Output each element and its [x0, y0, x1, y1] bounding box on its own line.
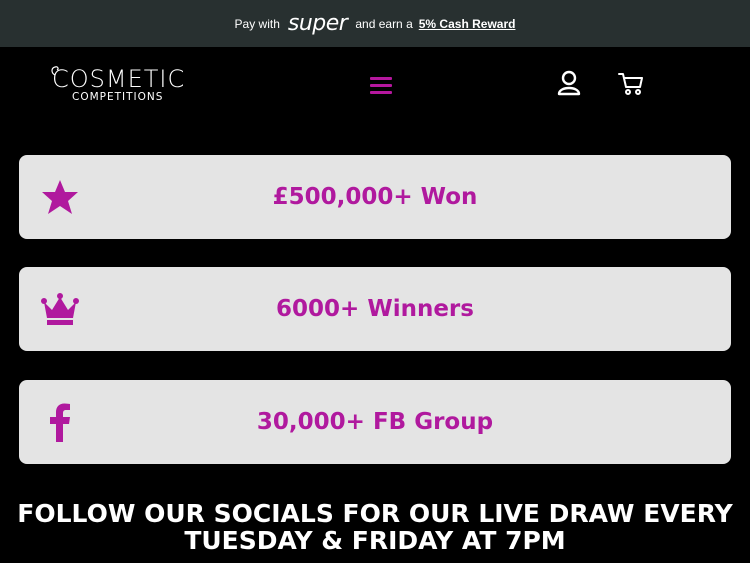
follow-line1: FOLLOW OUR SOCIALS FOR OUR LIVE DRAW EVE… — [17, 499, 733, 528]
promo-middle: and earn a — [355, 16, 413, 31]
logo-line1: COSMETIC — [52, 65, 186, 93]
follow-socials-heading: FOLLOW OUR SOCIALS FOR OUR LIVE DRAW EVE… — [0, 500, 750, 554]
cart-icon[interactable] — [618, 72, 644, 96]
stat-label: £500,000+ Won — [272, 184, 478, 210]
stat-label: 30,000+ FB Group — [256, 409, 494, 435]
super-brand-logo: super — [287, 10, 348, 36]
stat-card-won: £500,000+ Won — [19, 155, 731, 239]
stat-label: 6000+ Winners — [276, 296, 474, 322]
follow-line2: TUESDAY & FRIDAY AT 7PM — [184, 526, 566, 555]
user-icon[interactable] — [557, 70, 581, 96]
promo-bar: Pay with super and earn a 5% Cash Reward — [0, 0, 750, 47]
hamburger-icon[interactable] — [370, 77, 392, 95]
cash-reward-link[interactable]: 5% Cash Reward — [419, 17, 516, 31]
site-header: COSMETIC COMPETITIONS — [0, 47, 750, 127]
logo-swirl-icon — [51, 66, 59, 76]
stat-card-fb-group[interactable]: 30,000+ FB Group — [19, 380, 731, 464]
stat-card-winners: 6000+ Winners — [19, 267, 731, 351]
site-logo[interactable]: COSMETIC COMPETITIONS — [51, 65, 197, 112]
promo-prefix: Pay with — [234, 16, 280, 31]
